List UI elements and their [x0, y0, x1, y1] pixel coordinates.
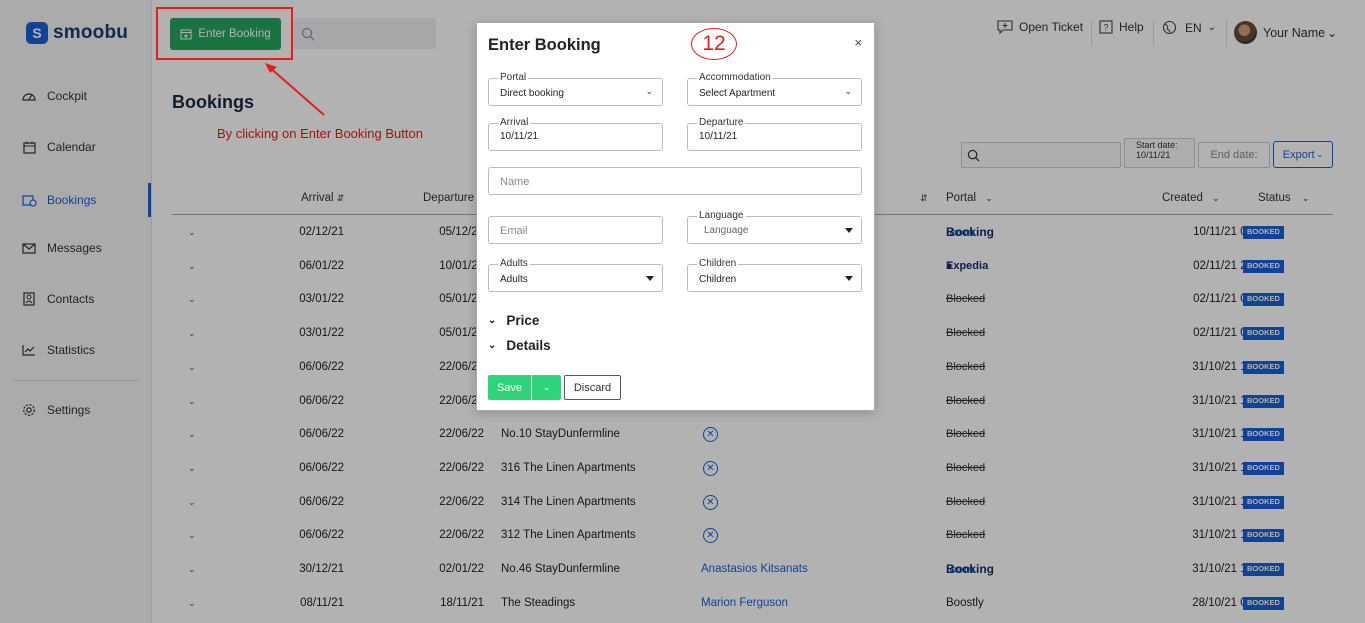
chevron-down-icon: ⌄	[488, 340, 497, 351]
children-select[interactable]: Children Children	[687, 259, 862, 292]
accommodation-select[interactable]: Accommodation Select Apartment ⌄	[687, 73, 862, 106]
dropdown-arrow-icon	[845, 276, 853, 281]
arrival-label: Arrival	[498, 117, 531, 128]
language-label: Language	[697, 210, 746, 221]
departure-date-field[interactable]: Departure 10/11/21	[687, 118, 862, 151]
language-value: Language	[704, 225, 749, 236]
email-field[interactable]: Email	[488, 216, 663, 244]
dropdown-arrow-icon	[845, 228, 853, 233]
chevron-down-icon: ⌄	[844, 86, 852, 96]
details-section-toggle[interactable]: ⌄ Details	[488, 338, 551, 353]
language-select[interactable]: Language Language	[687, 211, 862, 244]
adults-select[interactable]: Adults Adults	[488, 259, 663, 292]
chevron-down-icon: ⌄	[542, 382, 551, 392]
children-label: Children	[697, 258, 739, 269]
accommodation-value: Select Apartment	[699, 88, 776, 99]
departure-value: 10/11/21	[699, 131, 738, 142]
save-button[interactable]: Save	[488, 375, 531, 400]
enter-booking-modal: Enter Booking 12 × Portal Direct booking…	[476, 22, 875, 411]
step-number-badge: 12	[691, 28, 737, 60]
dropdown-arrow-icon	[646, 276, 654, 281]
annotation-highlight-box	[156, 7, 293, 60]
chevron-down-icon: ⌄	[488, 315, 497, 326]
details-section-label: Details	[506, 338, 551, 353]
departure-label: Departure	[697, 117, 746, 128]
save-options-button[interactable]: ⌄	[532, 375, 561, 400]
chevron-down-icon: ⌄	[645, 86, 653, 96]
price-section-label: Price	[506, 313, 540, 328]
adults-label: Adults	[498, 258, 530, 269]
arrival-date-field[interactable]: Arrival 10/11/21	[488, 118, 663, 151]
portal-select[interactable]: Portal Direct booking ⌄	[488, 73, 663, 106]
annotation-arrow	[265, 63, 325, 116]
arrival-value: 10/11/21	[500, 131, 539, 142]
portal-label: Portal	[498, 72, 529, 83]
discard-button[interactable]: Discard	[564, 375, 621, 400]
accommodation-label: Accommodation	[697, 72, 773, 83]
close-icon[interactable]: ×	[854, 35, 862, 50]
portal-value: Direct booking	[500, 88, 564, 99]
adults-value: Adults	[500, 274, 528, 285]
name-field[interactable]: Name	[488, 167, 862, 195]
name-placeholder: Name	[500, 176, 530, 188]
price-section-toggle[interactable]: ⌄ Price	[488, 313, 539, 328]
modal-title: Enter Booking	[488, 36, 601, 54]
email-placeholder: Email	[500, 225, 528, 237]
children-value: Children	[699, 274, 737, 285]
